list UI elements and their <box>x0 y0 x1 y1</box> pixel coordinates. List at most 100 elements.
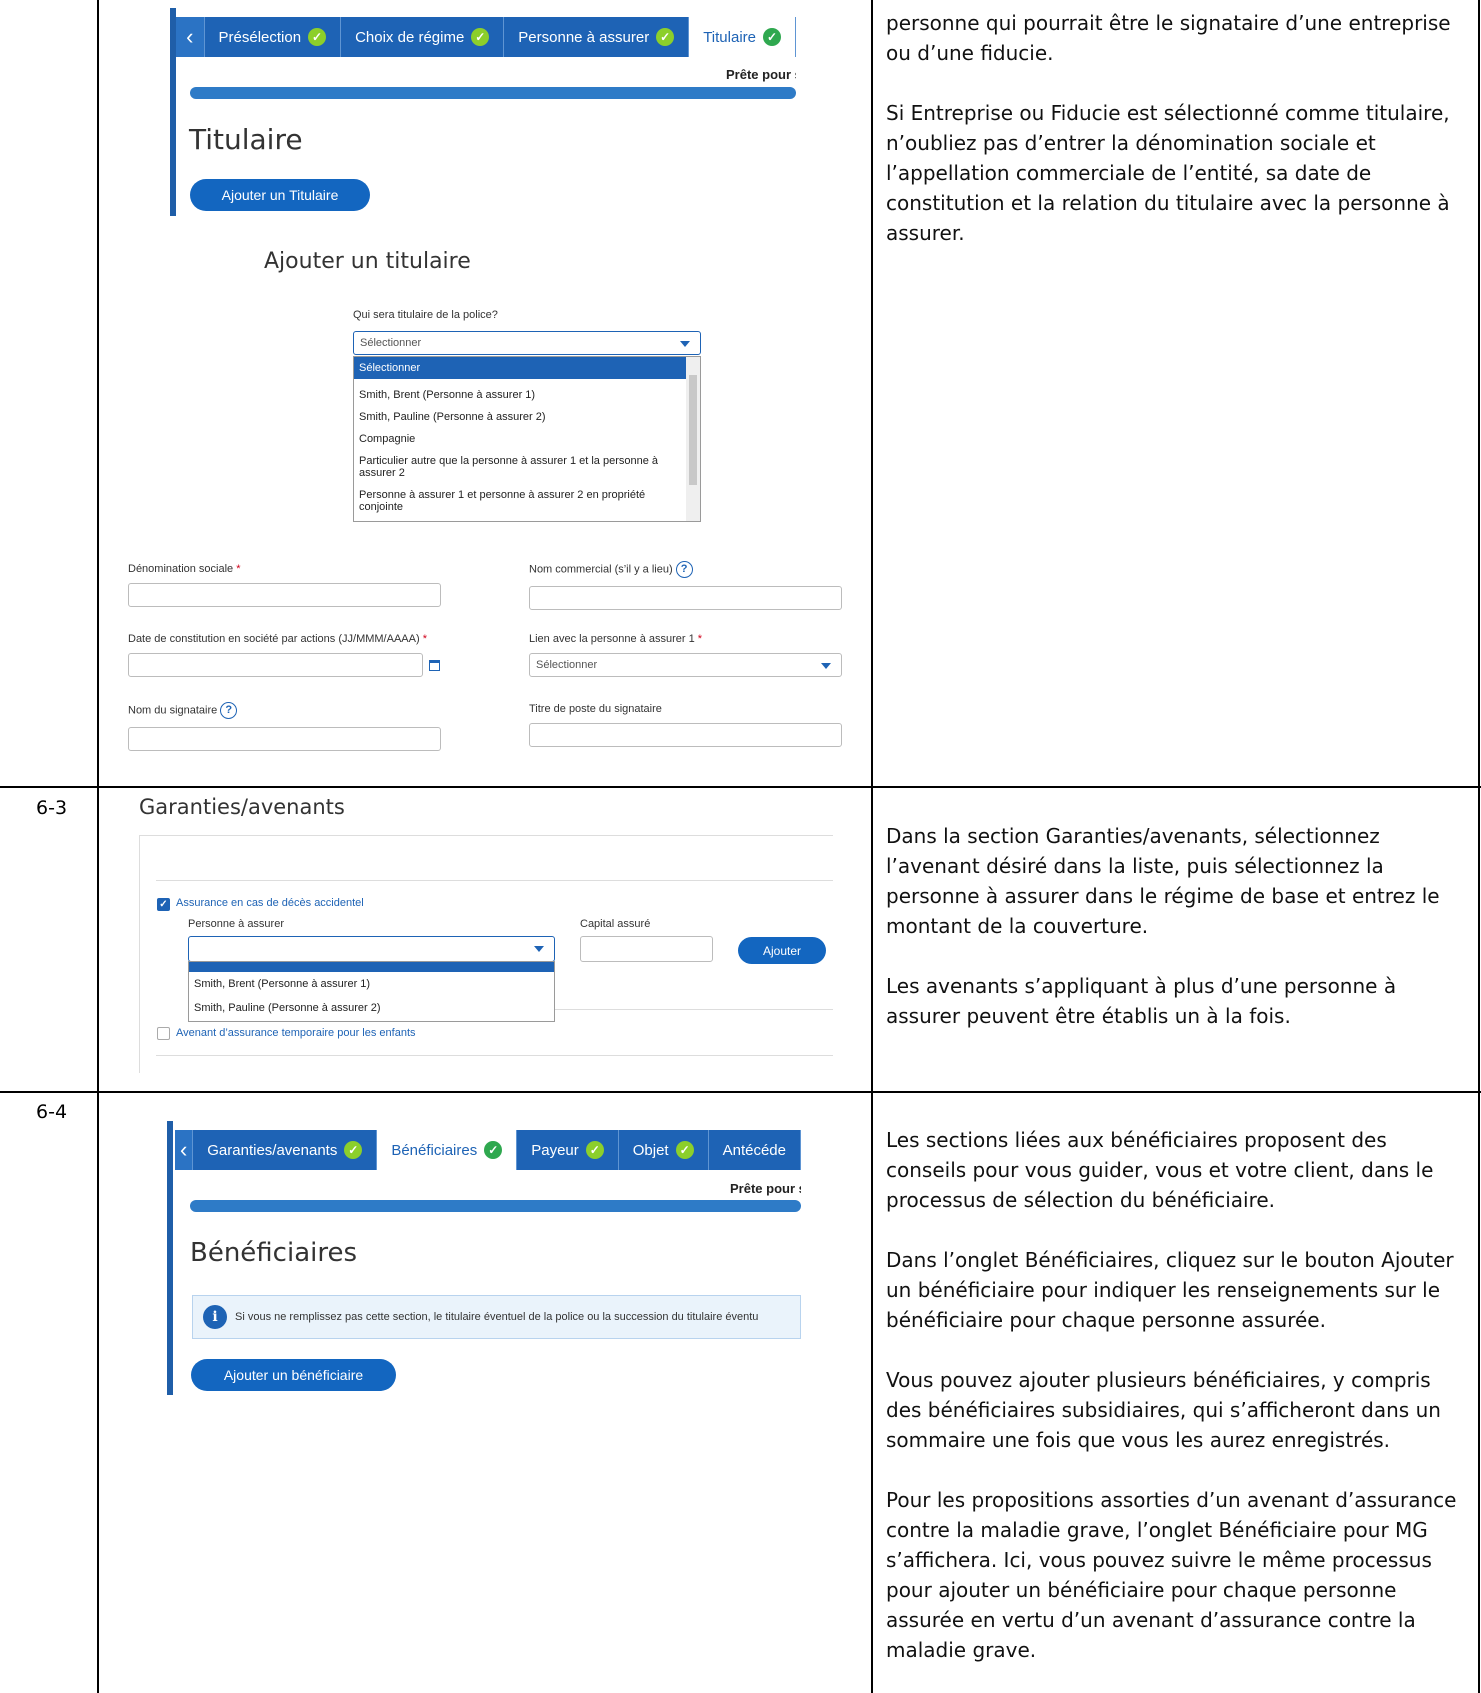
rider-child-term[interactable]: Avenant d’assurance temporaire pour les … <box>176 1027 416 1039</box>
row3-paragraph: Dans l’onglet Bénéficiaires, cliquez sur… <box>886 1248 1454 1332</box>
row2-description: Dans la section Garanties/avenants, séle… <box>886 821 1470 1061</box>
page-title: Bénéficiaires <box>190 1238 358 1268</box>
check-icon: ✓ <box>484 1141 503 1159</box>
row-number-6-3: 6-3 <box>36 797 68 819</box>
holder-select-value: Sélectionner <box>360 337 422 349</box>
chevron-down-icon <box>680 341 690 347</box>
holder-select[interactable]: Sélectionner <box>353 331 701 355</box>
commercial-name-label: Nom commercial (s’il y a lieu)? <box>529 561 693 578</box>
modal-title: Ajouter un titulaire <box>264 249 471 274</box>
chevron-down-icon <box>821 663 831 669</box>
check-icon: ✓ <box>308 28 327 46</box>
info-icon: i <box>203 1305 227 1329</box>
capital-input[interactable] <box>580 936 713 962</box>
page-title: Titulaire <box>189 123 303 156</box>
row3-paragraph: Vous pouvez ajouter plusieurs bénéficiai… <box>886 1368 1441 1452</box>
required-marker: * <box>697 633 703 645</box>
tab-label: Titulaire <box>703 28 756 46</box>
progress-bar <box>190 1200 801 1212</box>
relationship-label: Lien avec la personne à assurer 1 * <box>529 633 702 645</box>
signatory-name-label: Nom du signataire? <box>128 702 238 719</box>
scrollbar[interactable] <box>686 357 700 521</box>
tab-preselection[interactable]: Présélection ✓ <box>205 17 342 57</box>
check-icon: ✓ <box>656 28 675 46</box>
add-rider-button[interactable]: Ajouter <box>738 937 826 964</box>
row1-paragraph: Si Entreprise ou Fiducie est sélectionné… <box>886 101 1450 245</box>
dropdown-option[interactable]: Smith, Pauline (Personne à assurer 2) <box>189 995 554 1019</box>
rider-checkbox-unchecked[interactable] <box>157 1027 170 1040</box>
denomination-input[interactable] <box>128 583 441 607</box>
denomination-label: Dénomination sociale * <box>128 563 241 575</box>
info-text: Si vous ne remplissez pas cette section,… <box>235 1311 759 1323</box>
rider-checkbox-checked[interactable]: ✓ <box>157 898 170 911</box>
row1-description: personne qui pourrait être le signataire… <box>886 8 1470 278</box>
dropdown-highlight <box>189 962 554 972</box>
row3-paragraph: Les sections liées aux bénéficiaires pro… <box>886 1128 1434 1212</box>
dropdown-option[interactable]: Personne à assurer 1 et personne à assur… <box>354 484 686 518</box>
label-text: Dénomination sociale <box>128 563 234 575</box>
back-arrow-icon[interactable]: ‹ <box>176 17 205 57</box>
ready-status: Prête pour s <box>730 1181 801 1196</box>
dropdown-option[interactable]: Sélectionner <box>354 357 686 379</box>
signatory-name-input[interactable] <box>128 727 441 751</box>
check-icon: ✓ <box>471 28 490 46</box>
tab-choix-regime[interactable]: Choix de régime ✓ <box>341 17 505 57</box>
person-label: Personne à assurer <box>188 918 284 930</box>
required-marker: * <box>422 633 427 645</box>
tab-history[interactable]: Antécéde <box>709 1130 801 1170</box>
tab-beneficiaries[interactable]: Bénéficiaires ✓ <box>377 1130 518 1170</box>
back-arrow-icon[interactable]: ‹ <box>175 1130 194 1170</box>
table-border-right <box>1478 0 1480 1693</box>
help-icon[interactable]: ? <box>675 561 693 578</box>
rider-accidental-death[interactable]: Assurance en cas de décès accidentel <box>176 897 364 909</box>
relationship-select[interactable]: Sélectionner <box>529 653 842 677</box>
incorporation-date-input[interactable] <box>128 653 423 677</box>
riders-heading: Garanties/avenants <box>139 795 345 819</box>
signatory-title-input[interactable] <box>529 723 842 747</box>
label-text: Date de constitution en société par acti… <box>128 633 420 645</box>
add-beneficiary-button[interactable]: Ajouter un bénéficiaire <box>191 1359 396 1391</box>
dropdown-option[interactable]: Smith, Pauline (Personne à assurer 2) <box>354 406 686 428</box>
info-banner: i Si vous ne remplissez pas cette sectio… <box>192 1295 801 1339</box>
progress-bar <box>190 87 796 99</box>
calendar-icon[interactable] <box>429 660 440 671</box>
person-select[interactable] <box>188 936 555 962</box>
tab-label: Antécéde <box>722 1141 786 1159</box>
dropdown-option[interactable]: Compagnie <box>354 428 686 450</box>
tab-payer[interactable]: Payeur ✓ <box>517 1130 619 1170</box>
tab-label: Objet <box>632 1141 669 1159</box>
tab-titulaire[interactable]: Titulaire ✓ <box>689 17 796 57</box>
chevron-down-icon <box>534 946 544 952</box>
check-icon: ✓ <box>585 1141 604 1159</box>
divider <box>156 1055 833 1056</box>
tab-riders[interactable]: Garanties/avenants ✓ <box>193 1130 378 1170</box>
relationship-select-value: Sélectionner <box>536 659 598 671</box>
label-text: Nom du signataire <box>128 704 218 717</box>
tab-label: Bénéficiaires <box>391 1141 478 1159</box>
divider <box>555 1009 833 1010</box>
question-label: Qui sera titulaire de la police? <box>353 309 498 321</box>
dropdown-option[interactable]: Smith, Brent (Personne à assurer 1) <box>354 384 686 406</box>
row3-description: Les sections liées aux bénéficiaires pro… <box>886 1125 1470 1693</box>
add-holder-button[interactable]: Ajouter un Titulaire <box>190 179 370 211</box>
tab-personne-assurer[interactable]: Personne à assurer ✓ <box>504 17 690 57</box>
tab-purpose[interactable]: Objet ✓ <box>619 1130 709 1170</box>
help-icon[interactable]: ? <box>220 702 238 719</box>
table-border-middle <box>871 0 873 1693</box>
check-icon: ✓ <box>344 1141 363 1159</box>
commercial-name-input[interactable] <box>529 586 842 610</box>
row1-paragraph: personne qui pourrait être le signataire… <box>886 11 1451 65</box>
wizard-tabs: ‹ Garanties/avenants ✓ Bénéficiaires ✓ Pay… <box>175 1130 801 1170</box>
tab-label: Présélection <box>218 28 302 46</box>
signatory-title-label: Titre de poste du signataire <box>529 703 662 715</box>
tab-label: Payeur <box>531 1141 579 1159</box>
dropdown-option[interactable]: Smith, Brent (Personne à assurer 1) <box>189 972 554 995</box>
scrollbar-thumb[interactable] <box>689 375 697 485</box>
divider <box>156 880 833 881</box>
row2-paragraph: Dans la section Garanties/avenants, séle… <box>886 824 1440 938</box>
tab-label: Personne à assurer <box>518 28 650 46</box>
dropdown-option[interactable]: Particulier autre que la personne à assu… <box>354 450 686 484</box>
incorporation-date-label: Date de constitution en société par acti… <box>128 633 427 645</box>
tab-label: Choix de régime <box>355 28 465 46</box>
check-icon: ✓ <box>675 1141 694 1159</box>
